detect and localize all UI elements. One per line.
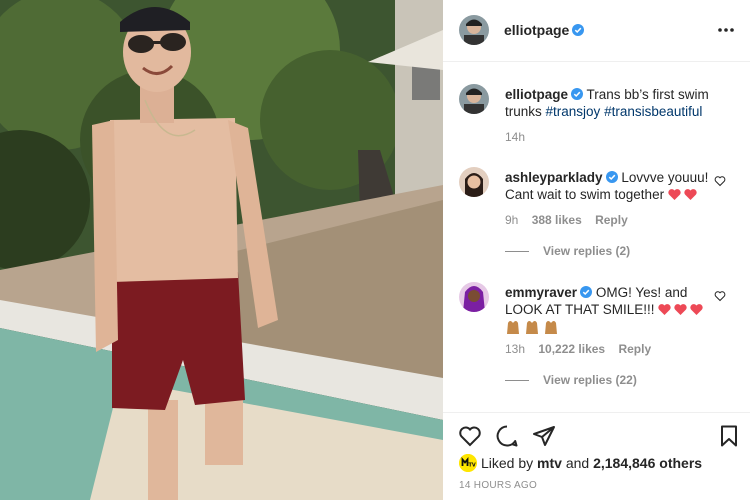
view-replies-button[interactable]: View replies (2)	[505, 244, 630, 258]
commenter-avatar[interactable]	[459, 167, 489, 197]
verified-badge-icon	[580, 286, 593, 298]
post-header: elliotpage	[443, 0, 750, 62]
instagram-post: elliotpage elliotpage Trans bb’s first s…	[0, 0, 750, 500]
author-username[interactable]: elliotpage	[504, 22, 585, 38]
caption-author-username[interactable]: elliotpage	[505, 87, 568, 102]
comment-text: Cant wait to swim together	[505, 187, 665, 202]
more-horizontal-icon[interactable]	[716, 20, 736, 40]
caption-body: elliotpage Trans bb’s first swim trunks …	[505, 86, 730, 120]
replies-divider	[505, 251, 529, 253]
like-comment-heart-icon[interactable]	[714, 175, 726, 187]
comment-text: LOOK AT THAT SMILE!!!	[505, 302, 655, 317]
comment-body: ashleyparklady Lovvve youuu! Cant wait t…	[505, 169, 715, 203]
comment-age[interactable]: 9h	[505, 213, 518, 227]
post-timestamp[interactable]: 14 HOURS AGO	[459, 480, 537, 491]
hashtag-link[interactable]: #transjoy	[546, 104, 601, 119]
comment-icon[interactable]	[495, 424, 519, 448]
liked-by-and: and	[565, 455, 590, 471]
commenter-username[interactable]: emmyraver	[505, 285, 577, 300]
comment-text: OMG! Yes! and	[595, 285, 688, 300]
photo-illustration	[0, 0, 443, 500]
reply-button[interactable]: Reply	[618, 342, 651, 356]
view-replies-label[interactable]: View replies (2)	[543, 244, 630, 258]
comment-meta: 13h 10,222 likes Reply	[505, 342, 661, 356]
verified-badge-icon	[572, 24, 585, 36]
caption-meta: 14h	[505, 130, 535, 144]
svg-text:TV: TV	[469, 463, 476, 469]
likes-count[interactable]: 2,184,846 others	[593, 455, 702, 471]
mtv-logo-icon: TV	[459, 454, 477, 472]
bookmark-icon[interactable]	[717, 424, 741, 448]
comment-age[interactable]: 13h	[505, 342, 525, 356]
author-username-text[interactable]: elliotpage	[504, 22, 569, 38]
caption-author-avatar[interactable]	[459, 84, 489, 114]
hashtag-link[interactable]: #transisbeautiful	[604, 104, 702, 119]
comment-text: Lovvve youuu!	[621, 170, 709, 185]
comment-likes[interactable]: 10,222 likes	[538, 342, 605, 356]
commenter-username[interactable]: ashleyparklady	[505, 170, 603, 185]
mtv-avatar[interactable]: TV	[459, 454, 477, 472]
share-icon[interactable]	[532, 424, 556, 448]
red-hearts-emoji-icon	[658, 304, 703, 315]
verified-badge-icon	[571, 88, 584, 100]
comment-body: emmyraver OMG! Yes! and LOOK AT THAT SMI…	[505, 284, 715, 339]
view-replies-label[interactable]: View replies (22)	[543, 373, 637, 387]
verified-badge-icon	[605, 171, 618, 183]
like-comment-heart-icon[interactable]	[714, 290, 726, 302]
liked-by-username[interactable]: mtv	[537, 455, 562, 471]
post-panel: elliotpage elliotpage Trans bb’s first s…	[443, 0, 750, 500]
reply-button[interactable]: Reply	[595, 213, 628, 227]
replies-divider	[505, 380, 529, 382]
raising-hands-emoji-icon	[507, 321, 557, 334]
heart-icon[interactable]	[458, 424, 482, 448]
view-replies-button[interactable]: View replies (22)	[505, 373, 637, 387]
comment-meta: 9h 388 likes Reply	[505, 213, 638, 227]
liked-by-prefix: Liked by	[481, 455, 534, 471]
post-photo[interactable]	[0, 0, 443, 500]
author-avatar[interactable]	[459, 15, 489, 45]
red-hearts-emoji-icon	[668, 189, 697, 200]
comment-likes[interactable]: 388 likes	[532, 213, 582, 227]
commenter-avatar[interactable]	[459, 282, 489, 312]
comments-list[interactable]: elliotpage Trans bb’s first swim trunks …	[443, 62, 750, 412]
caption-age[interactable]: 14h	[505, 130, 525, 144]
liked-by-row: TV Liked by mtv and 2,184,846 others	[459, 454, 702, 472]
